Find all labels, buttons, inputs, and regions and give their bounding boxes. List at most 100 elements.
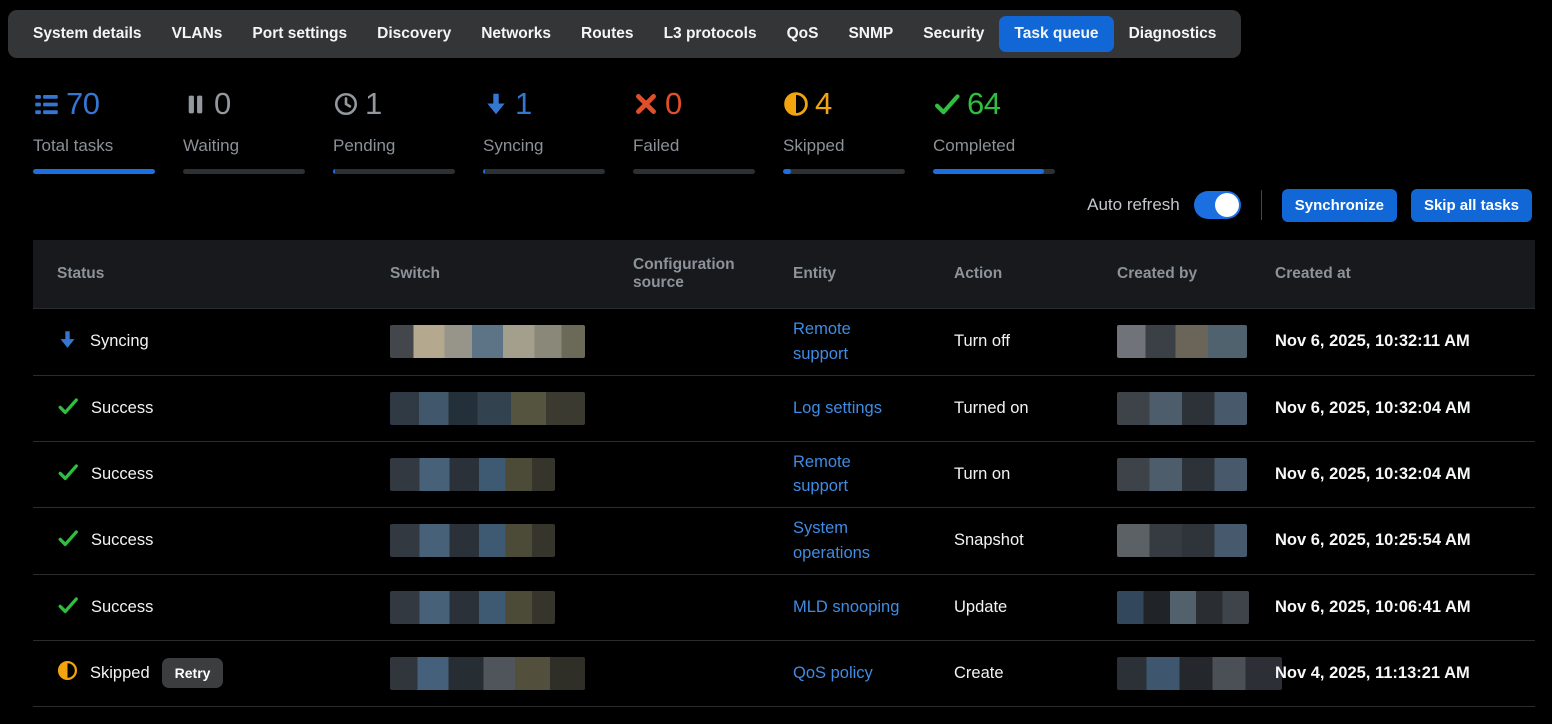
pause-icon [183,92,208,117]
auto-refresh-toggle[interactable] [1194,191,1241,219]
entity-link[interactable]: System operations [793,516,901,566]
status-cell: Success [33,461,390,488]
stat-label: Completed [933,136,1055,156]
created-by-redacted-image [1117,458,1247,491]
created-at: Nov 6, 2025, 10:32:04 AM [1275,465,1535,484]
switch-redacted-image [390,325,585,358]
table-row: Success System operations Snapshot Nov 6… [33,507,1535,574]
table-row: Success Log settings Turned on Nov 6, 20… [33,375,1535,441]
stat-value: 1 [365,86,382,122]
switch-redacted-image [390,524,555,557]
list-icon [33,91,60,118]
entity-link[interactable]: Remote support [793,317,901,367]
table-row: Syncing Remote support Turn off Nov 6, 2… [33,308,1535,375]
stat-value: 70 [66,86,99,122]
header-entity: Entity [793,265,954,283]
arrow-down-icon [483,91,509,117]
entity-link[interactable]: Log settings [793,396,882,421]
check-icon [933,90,961,118]
stat-waiting: 0 Waiting [183,86,305,174]
task-stats: 70 Total tasks 0 Waiting 1 Pending [33,86,1552,174]
status-label: Success [91,399,153,418]
half-circle-icon [57,660,78,686]
check-icon [57,594,79,621]
stat-progress [33,169,155,174]
tab-diagnostics[interactable]: Diagnostics [1114,16,1232,52]
header-created-by: Created by [1117,265,1275,283]
tab-routes[interactable]: Routes [566,16,649,52]
header-switch: Switch [390,265,633,283]
created-at: Nov 4, 2025, 11:13:21 AM [1275,664,1535,683]
action-label: Turn off [954,332,1117,351]
entity-link[interactable]: QoS policy [793,661,873,686]
header-action: Action [954,265,1117,283]
retry-button[interactable]: Retry [162,658,224,688]
tab-l3-protocols[interactable]: L3 protocols [649,16,772,52]
stat-value: 0 [214,86,231,122]
switch-redacted-image [390,657,585,690]
tab-networks[interactable]: Networks [466,16,566,52]
stat-progress [933,169,1055,174]
entity-link[interactable]: MLD snooping [793,595,899,620]
table-row: Skipped Retry QoS policy Create Nov 4, 2… [33,640,1535,706]
status-cell: Success [33,395,390,422]
task-table: Status Switch Configuration source Entit… [33,240,1535,707]
stat-label: Total tasks [33,136,155,156]
stat-value: 1 [515,86,532,122]
tab-vlans[interactable]: VLANs [157,16,238,52]
status-label: Success [91,598,153,617]
table-header: Status Switch Configuration source Entit… [33,240,1535,308]
action-label: Turned on [954,399,1117,418]
header-created-at: Created at [1275,265,1535,283]
stat-label: Syncing [483,136,605,156]
stat-progress [633,169,755,174]
tab-system-details[interactable]: System details [18,16,157,52]
status-label: Skipped [90,664,150,683]
status-cell: Syncing [33,329,390,355]
stat-progress [783,169,905,174]
stat-label: Skipped [783,136,905,156]
top-nav: System details VLANs Port settings Disco… [8,10,1241,58]
action-label: Snapshot [954,531,1117,550]
tab-discovery[interactable]: Discovery [362,16,466,52]
stat-skipped: 4 Skipped [783,86,905,174]
created-by-redacted-image [1117,524,1247,557]
stat-total-tasks: 70 Total tasks [33,86,155,174]
check-icon [57,395,79,422]
tab-snmp[interactable]: SNMP [833,16,908,52]
stat-progress [333,169,455,174]
stat-progress [483,169,605,174]
created-by-redacted-image [1117,657,1282,690]
stat-syncing: 1 Syncing [483,86,605,174]
stat-completed: 64 Completed [933,86,1055,174]
stat-pending: 1 Pending [333,86,455,174]
status-cell: Skipped Retry [33,658,390,688]
switch-redacted-image [390,591,555,624]
clock-icon [333,91,359,117]
controls-bar: Auto refresh Synchronize Skip all tasks [0,188,1532,222]
skip-all-tasks-button[interactable]: Skip all tasks [1411,189,1532,222]
tab-port-settings[interactable]: Port settings [237,16,362,52]
tab-security[interactable]: Security [908,16,999,52]
auto-refresh-label: Auto refresh [1087,195,1180,215]
tab-qos[interactable]: QoS [772,16,834,52]
stat-label: Failed [633,136,755,156]
action-label: Turn on [954,465,1117,484]
created-at: Nov 6, 2025, 10:32:11 AM [1275,332,1535,351]
action-label: Update [954,598,1117,617]
tab-task-queue[interactable]: Task queue [999,16,1113,52]
switch-redacted-image [390,458,555,491]
created-by-redacted-image [1117,591,1249,624]
check-icon [57,527,79,554]
created-at: Nov 6, 2025, 10:06:41 AM [1275,598,1535,617]
status-cell: Success [33,594,390,621]
synchronize-button[interactable]: Synchronize [1282,189,1397,222]
stat-progress [183,169,305,174]
status-cell: Success [33,527,390,554]
entity-link[interactable]: Remote support [793,450,901,500]
stat-label: Waiting [183,136,305,156]
created-by-redacted-image [1117,325,1247,358]
created-at: Nov 6, 2025, 10:25:54 AM [1275,531,1535,550]
arrow-down-icon [57,329,78,355]
half-circle-icon [783,91,809,117]
